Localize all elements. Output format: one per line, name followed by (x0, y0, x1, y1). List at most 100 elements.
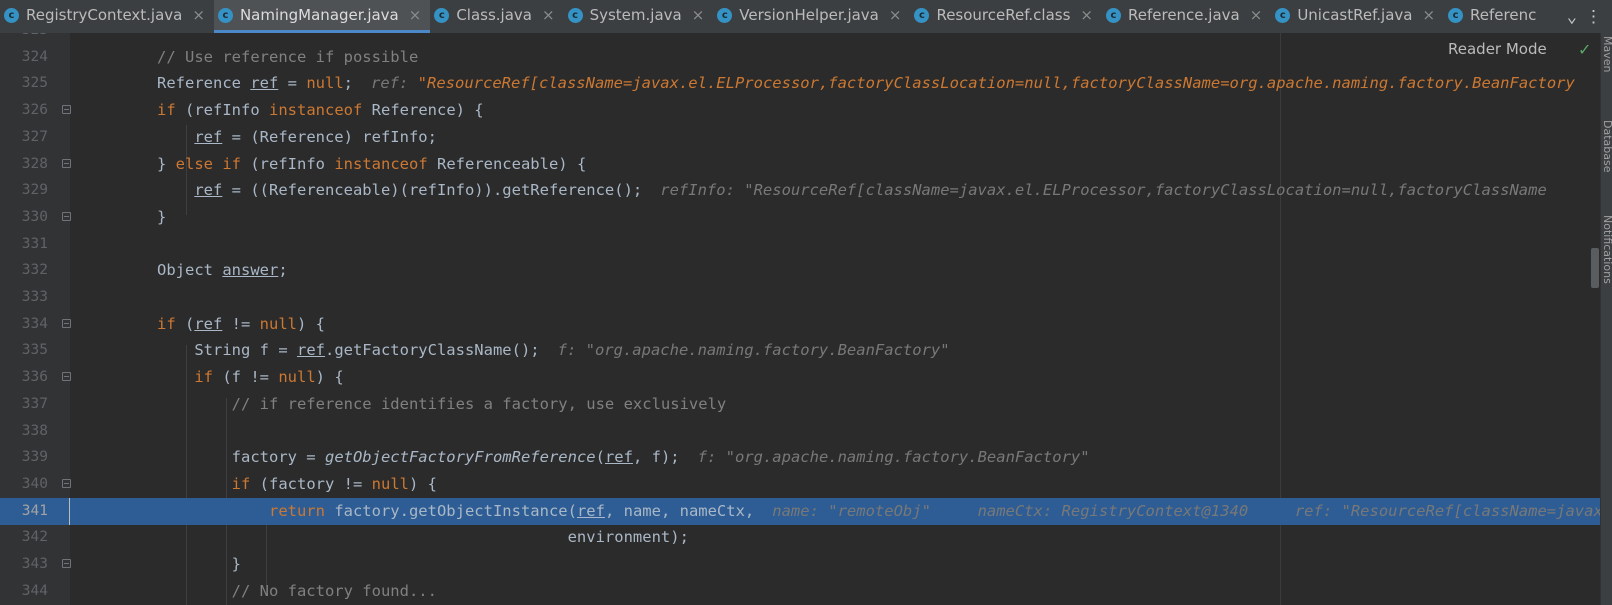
fold-marker-icon[interactable] (62, 158, 71, 168)
code-text: return factory.getObjectInstance(ref, na… (268, 501, 1600, 520)
code-line[interactable]: 335 String f = ref.getFactoryClassName()… (0, 337, 1600, 364)
line-number[interactable]: 332 (0, 257, 48, 284)
code-line[interactable]: 343 } (0, 551, 1600, 578)
editor-scrollbar-thumb[interactable] (1591, 248, 1599, 288)
tab-registrycontext-java[interactable]: c RegistryContext.java × (0, 0, 214, 33)
code-text: } (157, 555, 241, 573)
close-icon[interactable]: × (409, 6, 422, 24)
close-icon[interactable]: × (1080, 6, 1093, 24)
code-text: // Use reference if possible (157, 47, 419, 66)
line-number[interactable]: 342 (0, 524, 48, 551)
code-text: String f = ref.getFactoryClassName(); f: … (157, 341, 950, 360)
tab-system-java[interactable]: c System.java × (564, 0, 714, 33)
line-number[interactable]: 326 (0, 97, 48, 124)
line-number[interactable]: 335 (0, 337, 48, 364)
code-line[interactable]: 327 ref = (Reference) refInfo; (0, 124, 1600, 151)
code-line[interactable]: 334 if (ref != null) { (0, 311, 1600, 338)
code-line[interactable]: 336 if (f != null) { (0, 364, 1600, 391)
tab-unicastref-java[interactable]: c UnicastRef.java × (1271, 0, 1444, 33)
notifications-tool-window-button[interactable]: Notifications (1601, 215, 1612, 284)
tab-label: ResourceRef.class (936, 6, 1071, 24)
tab-label: Reference.java (1128, 6, 1240, 24)
java-class-icon: c (1448, 7, 1464, 23)
line-number[interactable]: 341 (0, 498, 48, 525)
inspection-ok-icon[interactable]: ✓ (1578, 40, 1591, 59)
line-number[interactable]: 339 (0, 444, 48, 471)
code-editor[interactable]: 323324 // Use reference if possible 325 Ref… (0, 33, 1600, 605)
fold-marker-icon[interactable] (62, 211, 71, 221)
maven-tool-window-button[interactable]: Maven (1601, 36, 1612, 72)
code-line[interactable]: 323 (0, 33, 1600, 44)
code-text: ref = ((Referenceable)(refInfo)).getRefe… (194, 181, 1547, 200)
close-icon[interactable]: × (1422, 6, 1435, 24)
chevron-down-icon[interactable]: ⌄ (1567, 7, 1577, 27)
line-number[interactable]: 330 (0, 204, 48, 231)
fold-marker-icon[interactable] (62, 559, 71, 568)
fold-marker-icon[interactable] (62, 478, 71, 488)
code-line[interactable]: 332 Object answer; (0, 257, 1600, 284)
fold-marker-icon[interactable] (62, 105, 71, 115)
tab-referenc[interactable]: c Referenc (1444, 0, 1545, 33)
reader-mode-button[interactable]: Reader Mode (1448, 40, 1547, 58)
code-text: // No factory found... (231, 581, 437, 600)
code-line[interactable]: 337 // if reference identifies a factory… (0, 391, 1600, 418)
line-number[interactable]: 338 (0, 418, 48, 445)
line-number[interactable]: 336 (0, 364, 48, 391)
close-icon[interactable]: × (889, 6, 902, 24)
line-number[interactable]: 337 (0, 391, 48, 418)
code-line[interactable]: 324 // Use reference if possible (0, 44, 1600, 71)
java-class-icon: c (717, 7, 733, 23)
tab-reference-java[interactable]: c Reference.java × (1102, 0, 1271, 33)
code-text: } (157, 207, 167, 226)
tabs-container: c RegistryContext.java × c NamingManager.jav… (0, 0, 1559, 33)
line-number[interactable]: 329 (0, 177, 48, 204)
tab-versionhelper-java[interactable]: c VersionHelper.java × (713, 0, 910, 33)
code-line[interactable]: 340 if (factory != null) { (0, 471, 1600, 498)
line-number[interactable]: 343 (0, 551, 48, 578)
fold-marker-icon[interactable] (62, 318, 71, 328)
fold-marker-icon[interactable] (62, 372, 71, 382)
right-tool-window-stripe (1600, 33, 1612, 605)
code-line[interactable]: 331 (0, 231, 1600, 258)
tab-tools: ⌄ ⋮ (1558, 0, 1612, 33)
close-icon[interactable]: × (692, 6, 705, 24)
code-line[interactable]: 325 Reference ref = null; ref: "ResourceRe… (0, 70, 1600, 97)
tab-class-java[interactable]: c Class.java × (430, 0, 563, 33)
code-line[interactable]: 329 ref = ((Referenceable)(refInfo)).get… (0, 177, 1600, 204)
tab-label: NamingManager.java (239, 6, 399, 24)
line-number[interactable]: 333 (0, 284, 48, 311)
code-text: if (ref != null) { (157, 314, 325, 333)
close-icon[interactable]: × (542, 6, 555, 24)
line-number[interactable]: 344 (0, 578, 48, 605)
code-line[interactable]: 342 environment); (0, 524, 1600, 551)
code-line[interactable]: 326 if (refInfo instanceof Reference) { (0, 97, 1600, 124)
editor-tab-bar: c RegistryContext.java × c NamingManager.jav… (0, 0, 1612, 34)
line-number[interactable]: 331 (0, 231, 48, 258)
line-number[interactable]: 323 (0, 33, 48, 44)
close-icon[interactable]: × (1250, 6, 1263, 24)
more-options-icon[interactable]: ⋮ (1585, 7, 1602, 27)
tab-namingmanager-java[interactable]: c NamingManager.java × (213, 0, 431, 33)
java-class-icon: c (1106, 7, 1121, 23)
code-line[interactable]: 344 // No factory found... (0, 578, 1600, 605)
tab-label: UnicastRef.java (1297, 6, 1413, 24)
current-execution-line[interactable]: 341 return factory.getObjectInstance(ref… (0, 497, 1600, 525)
line-number[interactable]: 340 (0, 471, 48, 498)
line-number[interactable]: 324 (0, 44, 48, 71)
line-number[interactable]: 325 (0, 70, 48, 97)
database-tool-window-button[interactable]: Database (1601, 120, 1612, 173)
tab-resourceref-class[interactable]: c ResourceRef.class × (910, 0, 1102, 33)
code-text: if (f != null) { (194, 368, 344, 387)
code-line[interactable]: 338 (0, 418, 1600, 445)
code-line[interactable]: 330} (0, 204, 1600, 231)
line-number[interactable]: 327 (0, 124, 48, 151)
code-text: // if reference identifies a factory, us… (231, 394, 727, 413)
line-number[interactable]: 334 (0, 311, 48, 338)
code-line[interactable]: 333 (0, 284, 1600, 311)
code-line[interactable]: 339 factory = getObjectFactoryFromRefere… (0, 444, 1600, 471)
java-class-icon: c (4, 7, 19, 23)
code-line[interactable]: 328} else if (refInfo instanceof Referen… (0, 151, 1600, 178)
close-icon[interactable]: × (192, 6, 205, 24)
line-number[interactable]: 328 (0, 151, 48, 178)
tab-label: System.java (589, 6, 682, 24)
